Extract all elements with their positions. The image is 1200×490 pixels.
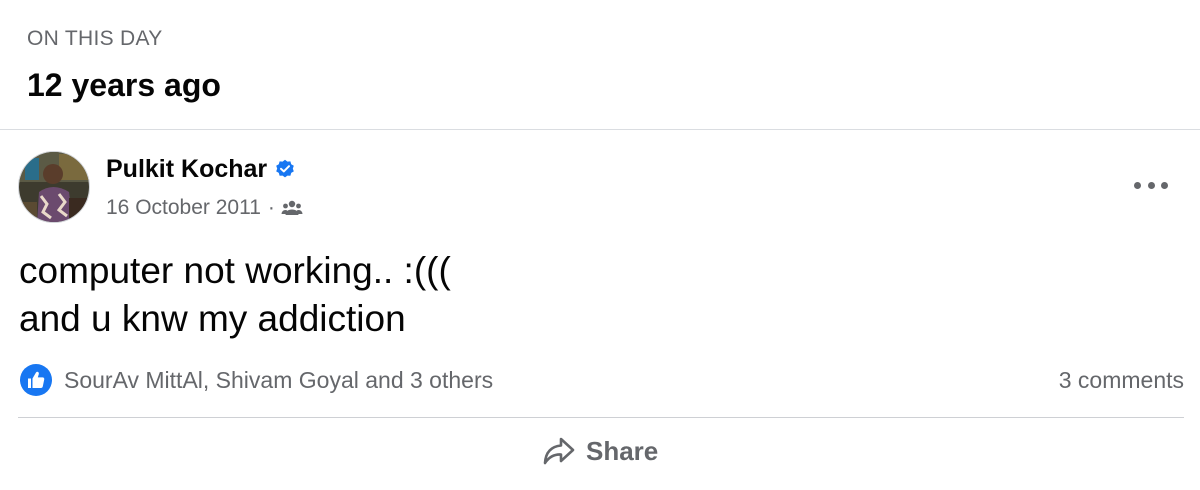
- share-button[interactable]: Share: [542, 434, 658, 468]
- actions-divider: [18, 417, 1184, 418]
- more-dot-icon: [1147, 181, 1155, 189]
- more-dot-icon: [1161, 181, 1168, 189]
- more-options-button[interactable]: [1134, 175, 1168, 195]
- verified-badge-icon: [276, 159, 294, 178]
- post-text: computer not working.. :((( and u knw my…: [19, 247, 1179, 343]
- share-icon: [543, 437, 575, 465]
- more-dot-icon: [1134, 181, 1141, 189]
- header-divider: [0, 129, 1200, 130]
- like-icon[interactable]: [20, 364, 52, 396]
- memory-title: 12 years ago: [27, 67, 221, 103]
- post-header: Pulkit Kochar 16 October 2011 ·: [18, 151, 1182, 225]
- meta-separator: ·: [267, 196, 275, 219]
- memory-label: ON THIS DAY: [27, 27, 163, 50]
- memory-header: ON THIS DAY 12 years ago: [27, 26, 221, 104]
- post-meta: 16 October 2011 ·: [106, 195, 303, 221]
- post-date[interactable]: 16 October 2011: [106, 195, 261, 221]
- post-text-line: and u knw my addiction: [19, 298, 406, 339]
- memory-card: ON THIS DAY 12 years ago Pulkit Kochar 1…: [0, 0, 1200, 490]
- avatar[interactable]: [18, 151, 90, 223]
- comments-count[interactable]: 3 comments: [1059, 366, 1184, 394]
- actions-bar: Share: [18, 420, 1184, 486]
- friends-icon[interactable]: [281, 199, 303, 217]
- reactions-row: SourAv MittAl, Shivam Goyal and 3 others…: [18, 363, 1184, 397]
- author-name[interactable]: Pulkit Kochar: [106, 153, 267, 185]
- post-text-line: computer not working.. :(((: [19, 250, 451, 291]
- author-row: Pulkit Kochar: [106, 153, 295, 185]
- reactors-summary[interactable]: SourAv MittAl, Shivam Goyal and 3 others: [64, 366, 493, 394]
- avatar-photo: [19, 152, 89, 222]
- share-label: Share: [586, 436, 659, 466]
